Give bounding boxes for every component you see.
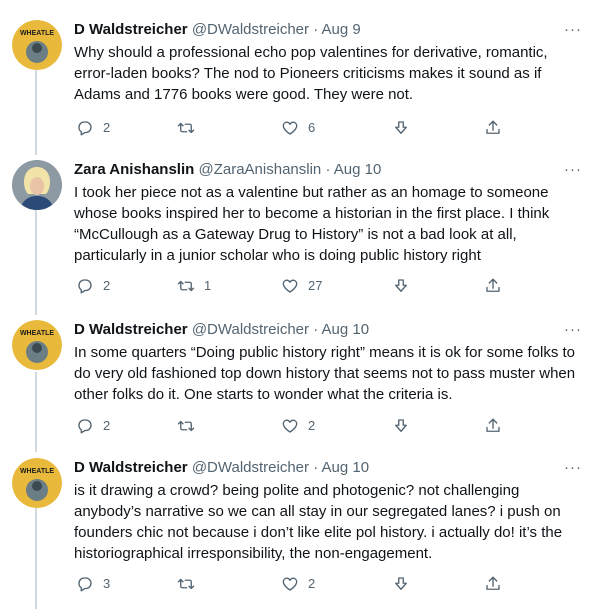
share-button[interactable] xyxy=(484,276,511,296)
share-button[interactable] xyxy=(484,416,511,436)
separator: · xyxy=(313,459,319,476)
retweet-icon xyxy=(177,122,195,134)
like-count: 2 xyxy=(308,418,316,433)
separator: · xyxy=(313,321,319,338)
tweet-text: is it drawing a crowd? being polite and … xyxy=(74,482,563,562)
separator: · xyxy=(325,161,331,178)
more-icon[interactable]: ··· xyxy=(564,458,582,478)
retweet-icon xyxy=(177,578,195,590)
retweet-button[interactable]: 1 xyxy=(177,276,211,296)
avatar[interactable] xyxy=(12,160,62,210)
share-icon xyxy=(486,120,500,134)
reply-count: 2 xyxy=(103,120,111,135)
tweet-header: D Waldstreicher @DWaldstreicher · Aug 10 xyxy=(74,320,369,340)
tweet-header: D Waldstreicher @DWaldstreicher · Aug 9 xyxy=(74,20,361,40)
like-button[interactable]: 2 xyxy=(281,574,315,594)
reply-count: 2 xyxy=(103,278,111,293)
tweet-header: D Waldstreicher @DWaldstreicher · Aug 10 xyxy=(74,458,369,478)
separator: · xyxy=(313,21,319,38)
reply-button[interactable]: 2 xyxy=(76,276,110,296)
display-name[interactable]: D Waldstreicher xyxy=(74,459,188,476)
download-icon xyxy=(395,279,407,292)
download-icon xyxy=(395,121,407,134)
like-icon xyxy=(282,279,298,293)
download-button[interactable] xyxy=(392,574,419,594)
display-name[interactable]: Zara Anishanslin xyxy=(74,161,194,178)
share-icon xyxy=(486,278,500,292)
timestamp[interactable]: Aug 9 xyxy=(322,21,361,38)
tweet-actions: 3 2 xyxy=(74,574,514,594)
download-button[interactable] xyxy=(392,276,419,296)
reply-count: 2 xyxy=(103,418,111,433)
reply-icon xyxy=(78,121,92,136)
tweet-text: I took her piece not as a valentine but … xyxy=(74,184,550,264)
tweet[interactable]: WHEATLE D Waldstreicher @DWaldstreicher … xyxy=(0,320,600,460)
like-count: 2 xyxy=(308,576,316,591)
display-name[interactable]: D Waldstreicher xyxy=(74,21,188,38)
tweet-header: Zara Anishanslin @ZaraAnishanslin · Aug … xyxy=(74,160,381,180)
tweet-text: In some quarters “Doing public history r… xyxy=(74,344,576,403)
retweet-button[interactable] xyxy=(177,574,204,594)
like-button[interactable]: 6 xyxy=(281,118,315,138)
avatar[interactable]: WHEATLE xyxy=(12,458,62,508)
tweet[interactable]: Zara Anishanslin @ZaraAnishanslin · Aug … xyxy=(0,160,600,320)
avatar[interactable]: WHEATLE xyxy=(12,20,62,70)
like-count: 6 xyxy=(308,120,316,135)
tweet[interactable]: WHEATLE D Waldstreicher @DWaldstreicher … xyxy=(0,20,600,160)
avatar-wordmark: WHEATLE xyxy=(20,468,54,475)
handle[interactable]: @DWaldstreicher xyxy=(192,321,309,338)
share-icon xyxy=(486,418,500,432)
reply-button[interactable]: 2 xyxy=(76,118,110,138)
tweet-actions: 2 6 xyxy=(74,118,514,138)
share-button[interactable] xyxy=(484,118,511,138)
like-button[interactable]: 2 xyxy=(281,416,315,436)
download-icon xyxy=(395,419,407,432)
download-button[interactable] xyxy=(392,416,419,436)
avatar[interactable]: WHEATLE xyxy=(12,320,62,370)
tweet-actions: 2 1 27 xyxy=(74,276,514,296)
handle[interactable]: @ZaraAnishanslin xyxy=(198,161,321,178)
reply-icon xyxy=(78,279,92,294)
handle[interactable]: @DWaldstreicher xyxy=(192,459,309,476)
reply-count: 3 xyxy=(103,576,111,591)
download-button[interactable] xyxy=(392,118,419,138)
like-icon xyxy=(282,419,298,433)
retweet-icon xyxy=(177,420,195,432)
display-name[interactable]: D Waldstreicher xyxy=(74,321,188,338)
reply-icon xyxy=(78,419,92,434)
handle[interactable]: @DWaldstreicher xyxy=(192,21,309,38)
tweet-text: Why should a professional echo pop valen… xyxy=(74,44,548,103)
retweet-button[interactable] xyxy=(177,118,204,138)
retweet-icon xyxy=(177,280,195,292)
tweet[interactable]: WHEATLE D Waldstreicher @DWaldstreicher … xyxy=(0,458,600,609)
reply-button[interactable]: 2 xyxy=(76,416,110,436)
share-button[interactable] xyxy=(484,574,511,594)
retweet-button[interactable] xyxy=(177,416,204,436)
share-icon xyxy=(486,576,500,590)
timestamp[interactable]: Aug 10 xyxy=(334,161,382,178)
reply-button[interactable]: 3 xyxy=(76,574,110,594)
like-button[interactable]: 27 xyxy=(281,276,322,296)
like-icon xyxy=(282,121,298,135)
more-icon[interactable]: ··· xyxy=(564,20,582,40)
avatar-wordmark: WHEATLE xyxy=(20,30,54,37)
timestamp[interactable]: Aug 10 xyxy=(322,321,370,338)
like-icon xyxy=(282,577,298,591)
retweet-count: 1 xyxy=(204,278,212,293)
download-icon xyxy=(395,577,407,590)
tweet-actions: 2 2 xyxy=(74,416,514,436)
timestamp[interactable]: Aug 10 xyxy=(322,459,370,476)
reply-icon xyxy=(78,577,92,592)
more-icon[interactable]: ··· xyxy=(564,320,582,340)
like-count: 27 xyxy=(308,278,323,293)
avatar-wordmark: WHEATLE xyxy=(20,330,54,337)
more-icon[interactable]: ··· xyxy=(564,160,582,180)
